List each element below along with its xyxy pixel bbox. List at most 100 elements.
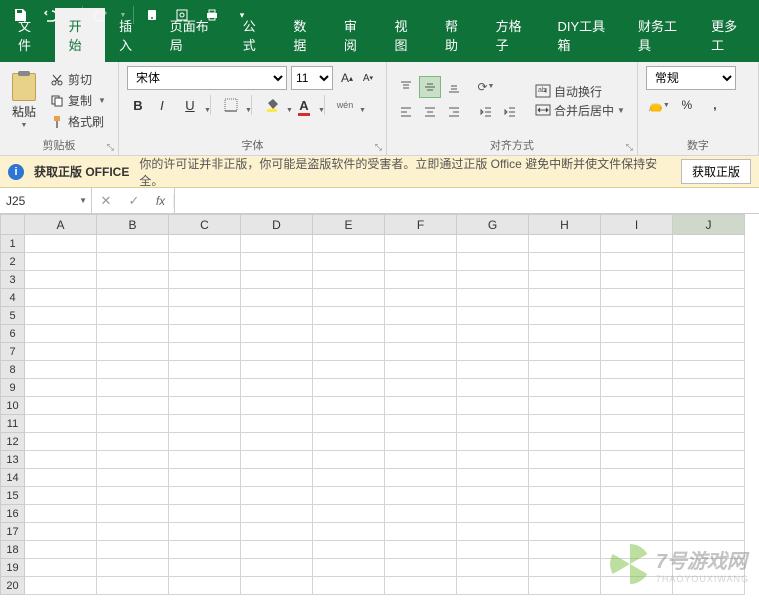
cell[interactable]: [673, 559, 745, 577]
orientation-button[interactable]: ⟳▼: [475, 76, 497, 98]
cell[interactable]: [313, 361, 385, 379]
cell[interactable]: [457, 505, 529, 523]
cell[interactable]: [25, 397, 97, 415]
cell[interactable]: [457, 433, 529, 451]
cell[interactable]: [529, 379, 601, 397]
spreadsheet-grid[interactable]: ABCDEFGHIJ123456789101112131415161718192…: [0, 214, 759, 602]
cell[interactable]: [241, 469, 313, 487]
cell[interactable]: [25, 325, 97, 343]
cell[interactable]: [313, 523, 385, 541]
align-top-button[interactable]: [395, 76, 417, 98]
cell[interactable]: [25, 271, 97, 289]
cell[interactable]: [529, 487, 601, 505]
cell[interactable]: [385, 541, 457, 559]
cell[interactable]: [241, 505, 313, 523]
cell[interactable]: [529, 325, 601, 343]
row-header[interactable]: 1: [1, 235, 25, 253]
cell[interactable]: [673, 361, 745, 379]
cell[interactable]: [25, 451, 97, 469]
cut-button[interactable]: 剪切: [46, 70, 110, 89]
font-color-button[interactable]: A ▼: [289, 94, 319, 116]
italic-button[interactable]: I: [151, 94, 173, 116]
tab-fanggezi[interactable]: 方格子: [482, 8, 544, 62]
cell[interactable]: [673, 451, 745, 469]
cell[interactable]: [313, 559, 385, 577]
cell[interactable]: [169, 289, 241, 307]
cell[interactable]: [97, 577, 169, 595]
row-header[interactable]: 20: [1, 577, 25, 595]
cell[interactable]: [457, 469, 529, 487]
row-header[interactable]: 11: [1, 415, 25, 433]
cell[interactable]: [241, 415, 313, 433]
cell[interactable]: [385, 343, 457, 361]
cell[interactable]: [457, 361, 529, 379]
cell[interactable]: [385, 577, 457, 595]
cell[interactable]: [241, 487, 313, 505]
cell[interactable]: [25, 343, 97, 361]
cell[interactable]: [97, 253, 169, 271]
decrease-font-button[interactable]: A▾: [358, 66, 378, 90]
tab-data[interactable]: 数据: [279, 8, 330, 62]
cell[interactable]: [601, 379, 673, 397]
cell[interactable]: [529, 253, 601, 271]
fx-button[interactable]: fx: [148, 194, 174, 208]
copy-button[interactable]: 复制 ▼: [46, 91, 110, 110]
tab-diy-toolbox[interactable]: DIY工具箱: [543, 8, 624, 62]
column-header[interactable]: I: [601, 215, 673, 235]
wrap-text-button[interactable]: ab 自动换行: [531, 83, 629, 100]
row-header[interactable]: 15: [1, 487, 25, 505]
cell[interactable]: [169, 397, 241, 415]
cell[interactable]: [529, 523, 601, 541]
cell[interactable]: [169, 415, 241, 433]
cell[interactable]: [385, 235, 457, 253]
cell[interactable]: [385, 325, 457, 343]
cell[interactable]: [529, 577, 601, 595]
cell[interactable]: [97, 325, 169, 343]
cell[interactable]: [25, 505, 97, 523]
cell[interactable]: [601, 253, 673, 271]
cell[interactable]: [601, 451, 673, 469]
cell[interactable]: [313, 307, 385, 325]
cell[interactable]: [25, 379, 97, 397]
cell[interactable]: [673, 271, 745, 289]
cell[interactable]: [457, 253, 529, 271]
border-button[interactable]: ▼: [216, 94, 246, 116]
cell[interactable]: [529, 541, 601, 559]
cell[interactable]: [673, 307, 745, 325]
cell[interactable]: [673, 523, 745, 541]
column-header[interactable]: C: [169, 215, 241, 235]
redo-button[interactable]: [87, 2, 115, 28]
cell[interactable]: [529, 397, 601, 415]
name-box[interactable]: J25 ▼: [0, 188, 92, 213]
row-header[interactable]: 19: [1, 559, 25, 577]
cell[interactable]: [25, 415, 97, 433]
cell[interactable]: [601, 361, 673, 379]
cell[interactable]: [601, 505, 673, 523]
cell[interactable]: [169, 361, 241, 379]
tab-review[interactable]: 审阅: [330, 8, 381, 62]
row-header[interactable]: 8: [1, 361, 25, 379]
cell[interactable]: [385, 559, 457, 577]
cell[interactable]: [385, 523, 457, 541]
cell[interactable]: [457, 577, 529, 595]
tab-finance-tools[interactable]: 财务工具: [624, 8, 697, 62]
percent-button[interactable]: %: [674, 94, 700, 116]
align-center-button[interactable]: [419, 101, 441, 123]
enter-formula-button[interactable]: ✓: [120, 193, 148, 209]
column-header[interactable]: E: [313, 215, 385, 235]
cell[interactable]: [25, 487, 97, 505]
cell[interactable]: [529, 271, 601, 289]
font-name-select[interactable]: 宋体: [127, 66, 287, 90]
cell[interactable]: [529, 559, 601, 577]
align-middle-button[interactable]: [419, 76, 441, 98]
cell[interactable]: [97, 433, 169, 451]
cell[interactable]: [313, 325, 385, 343]
cell[interactable]: [601, 487, 673, 505]
cell[interactable]: [313, 451, 385, 469]
cell[interactable]: [457, 541, 529, 559]
cell[interactable]: [457, 415, 529, 433]
cell[interactable]: [601, 415, 673, 433]
cell[interactable]: [313, 253, 385, 271]
cell[interactable]: [25, 289, 97, 307]
cell[interactable]: [313, 433, 385, 451]
